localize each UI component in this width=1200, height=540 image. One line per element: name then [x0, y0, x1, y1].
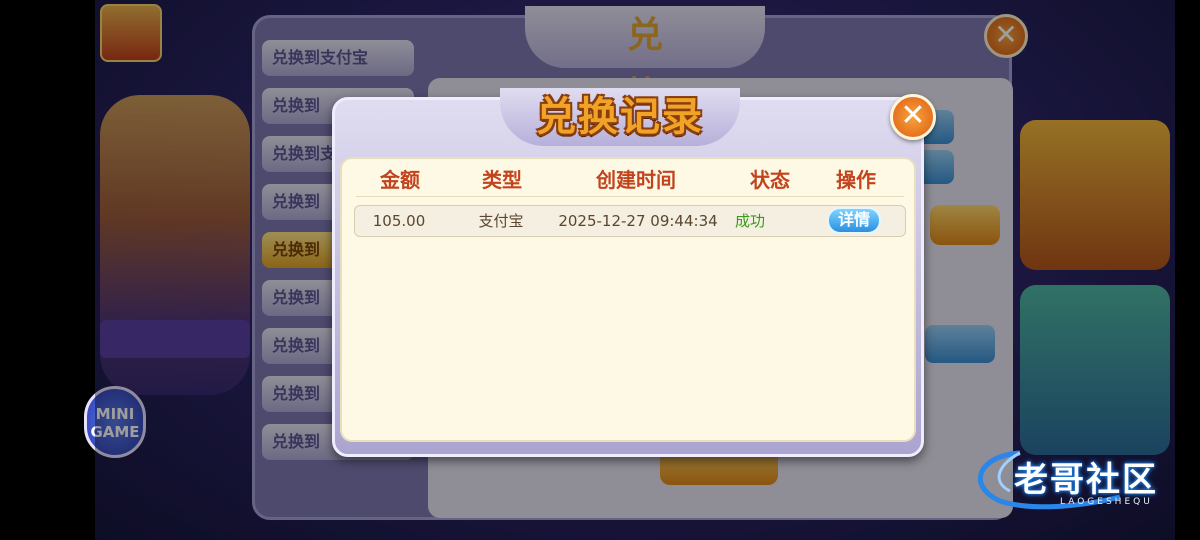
column-header-action: 操作 — [836, 168, 876, 192]
records-table-header: 金额 类型 创建时间 状态 操作 — [356, 165, 904, 195]
row-type: 支付宝 — [478, 212, 524, 230]
watermark-subtext: LAOGESHEQU — [1060, 497, 1153, 507]
details-button[interactable]: 详情 — [827, 207, 881, 234]
header-divider — [356, 196, 904, 197]
records-table — [340, 157, 916, 442]
column-header-amount: 金额 — [380, 168, 420, 192]
close-icon[interactable]: ✕ — [890, 94, 936, 140]
column-header-type: 类型 — [482, 168, 522, 192]
row-amount: 105.00 — [372, 212, 426, 230]
left-letterbox — [0, 0, 95, 540]
modal-title: 兑换记录 — [536, 94, 704, 140]
table-row: 105.00 支付宝 2025-12-27 09:44:34 成功 — [354, 205, 906, 237]
watermark-text: 老哥社区 — [1014, 460, 1158, 500]
row-created-time: 2025-12-27 09:44:34 — [558, 212, 718, 230]
column-header-created-time: 创建时间 — [596, 168, 676, 192]
row-status: 成功 — [734, 212, 765, 230]
column-header-status: 状态 — [750, 168, 790, 192]
